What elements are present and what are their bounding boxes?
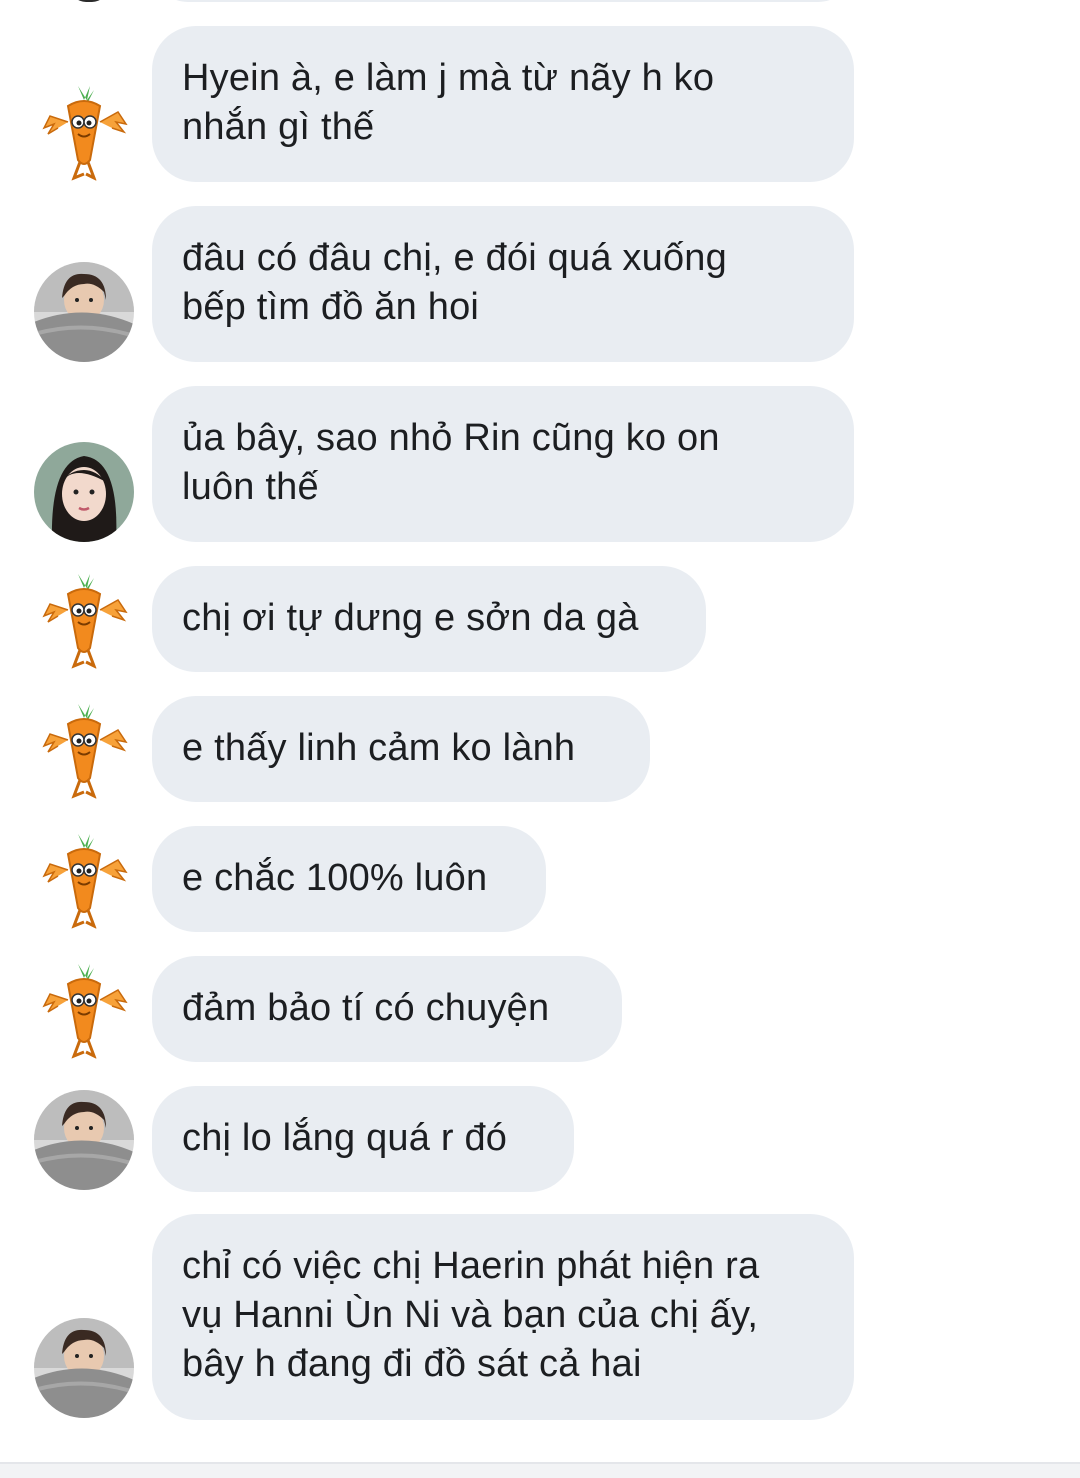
carrot-icon	[34, 570, 134, 670]
message-text: chị lo lắng quá r đó	[182, 1117, 508, 1159]
message-text: ủa bây, sao nhỏ Rin cũng ko on luôn thế	[182, 417, 720, 508]
carrot-icon	[34, 700, 134, 800]
carrot-icon	[34, 830, 134, 930]
carrot-icon	[34, 960, 134, 1060]
carrot-sticker-icon[interactable]	[34, 960, 134, 1060]
avatar-photo-icon	[34, 442, 134, 542]
message-text: đâu có đâu chị, e đói quá xuống bếp tìm …	[182, 237, 727, 328]
previous-avatar-fragment	[70, 0, 108, 2]
avatar-photo-icon	[34, 1318, 134, 1418]
message-text: e chắc 100% luôn	[182, 857, 488, 899]
message-bubble[interactable]: e chắc 100% luôn	[152, 826, 546, 932]
chat-thread: Hyein à, e làm j mà từ nãy h ko nhắn gì …	[0, 0, 1080, 1478]
message-bubble[interactable]: chị ơi tự dưng e sởn da gà	[152, 566, 706, 672]
message-text: chỉ có việc chị Haerin phát hiện ra vụ H…	[182, 1245, 760, 1385]
message-bubble[interactable]: ủa bây, sao nhỏ Rin cũng ko on luôn thế	[152, 386, 854, 542]
carrot-sticker-icon[interactable]	[34, 700, 134, 800]
message-bubble[interactable]: chị lo lắng quá r đó	[152, 1086, 574, 1192]
girl-in-bed-avatar[interactable]	[34, 1318, 134, 1418]
message-bubble[interactable]: chỉ có việc chị Haerin phát hiện ra vụ H…	[152, 1214, 854, 1420]
previous-message-bubble-fragment	[152, 0, 854, 2]
carrot-icon	[34, 82, 134, 182]
message-text: e thấy linh cảm ko lành	[182, 727, 576, 769]
carrot-sticker-icon[interactable]	[34, 82, 134, 182]
carrot-sticker-icon[interactable]	[34, 830, 134, 930]
message-bubble[interactable]: e thấy linh cảm ko lành	[152, 696, 650, 802]
message-bubble[interactable]: đảm bảo tí có chuyện	[152, 956, 622, 1062]
message-text: Hyein à, e làm j mà từ nãy h ko nhắn gì …	[182, 57, 715, 148]
message-bubble[interactable]: Hyein à, e làm j mà từ nãy h ko nhắn gì …	[152, 26, 854, 182]
message-text: đảm bảo tí có chuyện	[182, 987, 550, 1029]
girl-in-bed-avatar[interactable]	[34, 262, 134, 362]
message-bubble[interactable]: đâu có đâu chị, e đói quá xuống bếp tìm …	[152, 206, 854, 362]
avatar-photo-icon	[34, 262, 134, 362]
carrot-sticker-icon[interactable]	[34, 570, 134, 670]
girl-in-bed-avatar[interactable]	[34, 1090, 134, 1190]
girl-selfie-avatar[interactable]	[34, 442, 134, 542]
message-text: chị ơi tự dưng e sởn da gà	[182, 597, 639, 639]
avatar-photo-icon	[34, 1090, 134, 1190]
